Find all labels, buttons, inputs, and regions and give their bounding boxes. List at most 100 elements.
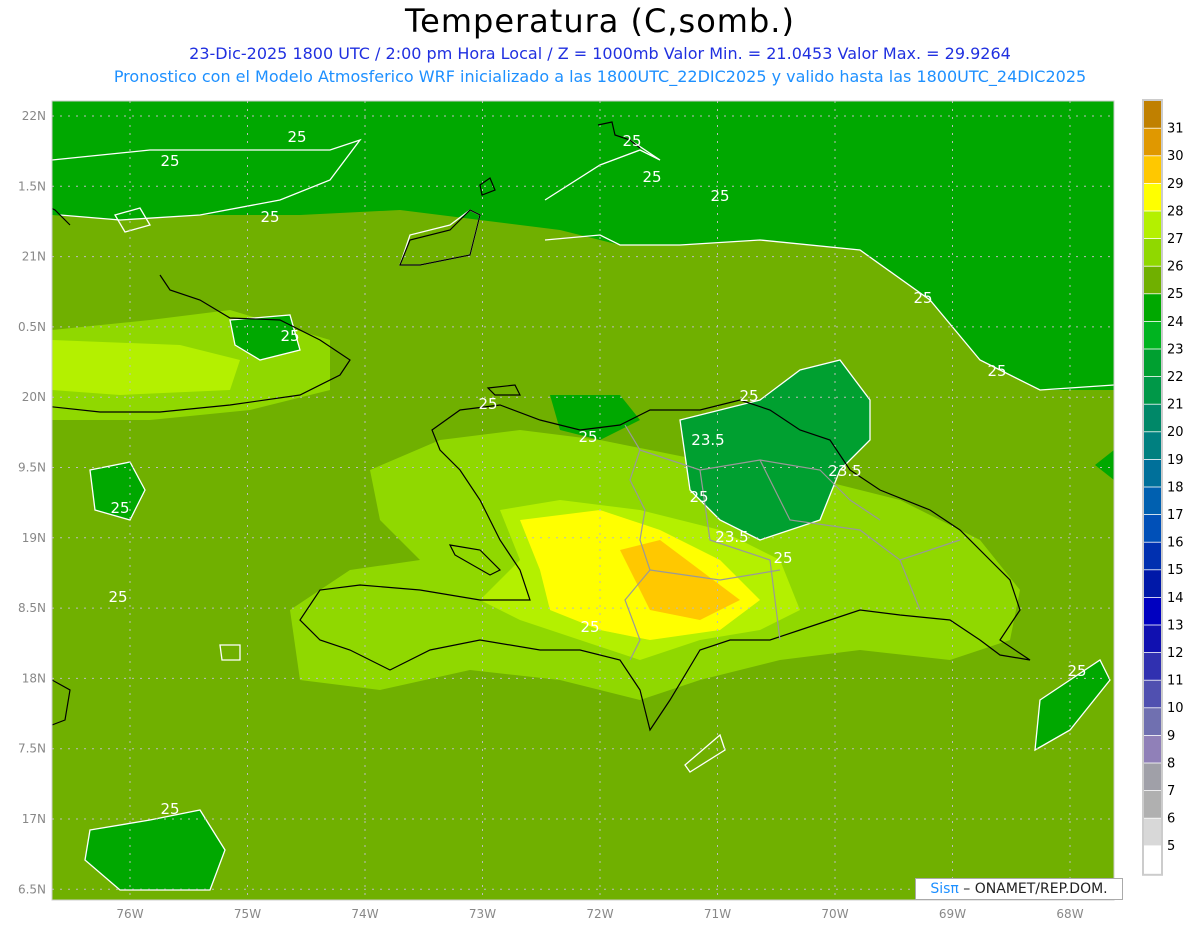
colorbar-bin [1144, 487, 1161, 515]
colorbar-bin [1144, 846, 1161, 873]
contour-label: 25 [478, 395, 497, 413]
lon-tick-label: 74W [351, 907, 378, 921]
colorbar-bin [1144, 735, 1161, 763]
contour-label: 25 [739, 387, 758, 405]
colorbar-bin [1144, 101, 1161, 128]
colorbar-label: 27 [1167, 232, 1184, 247]
temperature-map: 25 25 25 25 25 25 25 25 25 25 25 25 25 23.5 23.5 23.5 25… [18, 99, 1184, 921]
colorbar-label: 18 [1167, 480, 1184, 495]
map-subtitle-model-info: Pronostico con el Modelo Atmosferico WRF… [113, 67, 1087, 86]
lat-tick-label: 20N [22, 390, 46, 404]
contour-label: 25 [160, 800, 179, 818]
colorbar-label: 8 [1167, 756, 1175, 771]
temperature-field: 25 25 25 25 25 25 25 25 25 25 25 25 25 23.5 23.5 23.5 25… [52, 101, 1114, 900]
colorbar-label: 17 [1167, 508, 1184, 523]
colorbar-bin [1144, 349, 1161, 377]
contour-label: 25 [1067, 662, 1086, 680]
colorbar-label: 24 [1167, 315, 1184, 330]
lat-tick-label: 17N [22, 812, 46, 826]
contour-label: 25 [642, 168, 661, 186]
colorbar-label: 26 [1167, 260, 1184, 275]
contour-label: 25 [580, 618, 599, 636]
lat-tick-label: 19N [22, 531, 46, 545]
lat-tick-label: 0.5N [18, 320, 46, 334]
colorbar-label: 25 [1167, 287, 1184, 302]
colorbar-bin [1144, 763, 1161, 791]
colorbar-label: 11 [1167, 674, 1184, 689]
lat-tick-label: 1.5N [18, 179, 46, 193]
lat-tick-label: 21N [22, 250, 46, 264]
colorbar-bin [1144, 653, 1161, 680]
colorbar-label: 28 [1167, 204, 1184, 219]
lon-tick-label: 71W [704, 907, 731, 921]
colorbar-label: 23 [1167, 342, 1184, 357]
contour-label: 25 [110, 499, 129, 517]
colorbar-label: 7 [1167, 784, 1175, 799]
colorbar-label: 15 [1167, 563, 1184, 578]
contour-label: 25 [710, 187, 729, 205]
colorbar-bin [1144, 818, 1161, 846]
colorbar-bin [1144, 404, 1161, 432]
colorbar-bin [1144, 156, 1161, 183]
colorbar-label: 5 [1167, 839, 1175, 854]
lat-tick-label: 9.5N [18, 461, 46, 475]
colorbar-bin [1144, 680, 1161, 708]
colorbar-label: 16 [1167, 536, 1184, 551]
colorbar-bin [1144, 211, 1161, 239]
colorbar-label: 29 [1167, 177, 1184, 192]
colorbar-bin [1144, 597, 1161, 625]
contour-label: 23.5 [828, 462, 861, 480]
lon-tick-label: 73W [469, 907, 496, 921]
map-title: Temperatura (C,somb.) [405, 2, 795, 40]
colorbar-bin [1144, 515, 1161, 542]
lon-tick-label: 70W [821, 907, 848, 921]
lon-tick-label: 68W [1056, 907, 1083, 921]
colorbar-bin [1144, 266, 1161, 294]
lat-tick-label: 8.5N [18, 601, 46, 615]
colorbar-label: 6 [1167, 812, 1175, 827]
lon-tick-label: 75W [234, 907, 261, 921]
contour-label: 25 [773, 549, 792, 567]
lon-tick-label: 72W [586, 907, 613, 921]
colorbar-bin [1144, 791, 1161, 818]
colorbar-label: 22 [1167, 370, 1184, 385]
colorbar-bin [1144, 459, 1161, 487]
colorbar-bin [1144, 377, 1161, 404]
colorbar-label: 19 [1167, 453, 1184, 468]
credit-text: – ONAMET/REP.DOM. [958, 881, 1108, 897]
contour-label: 25 [280, 327, 299, 345]
colorbar: 31 30 29 28 27 26 25 24 23 22 21 20 19 18 17 16 15 14 13 12… [1142, 99, 1184, 876]
colorbar-label: 12 [1167, 646, 1184, 661]
colorbar-bin [1144, 128, 1161, 156]
contour-label: 25 [913, 289, 932, 307]
contour-label: 23.5 [715, 528, 748, 546]
colorbar-bin [1144, 183, 1161, 211]
contour-label: 23.5 [691, 431, 724, 449]
colorbar-bin [1144, 625, 1161, 653]
colorbar-bin [1144, 570, 1161, 597]
colorbar-bin [1144, 542, 1161, 570]
colorbar-bin [1144, 321, 1161, 349]
contour-label: 25 [987, 362, 1006, 380]
lat-tick-label: 22N [22, 109, 46, 123]
contour-label: 25 [287, 128, 306, 146]
colorbar-label: 20 [1167, 425, 1184, 440]
lat-tick-label: 6.5N [18, 882, 46, 896]
colorbar-label: 30 [1167, 149, 1184, 164]
colorbar-label: 31 [1167, 122, 1184, 137]
colorbar-bin [1144, 708, 1161, 735]
colorbar-label: 21 [1167, 398, 1184, 413]
colorbar-bin [1144, 239, 1161, 266]
contour-label: 25 [578, 428, 597, 446]
contour-label: 25 [108, 588, 127, 606]
colorbar-label: 14 [1167, 591, 1184, 606]
lon-tick-label: 69W [939, 907, 966, 921]
contour-label: 25 [160, 152, 179, 170]
lat-tick-label: 7.5N [18, 742, 46, 756]
lon-tick-label: 76W [116, 907, 143, 921]
colorbar-bin [1144, 432, 1161, 459]
contour-label: 25 [260, 208, 279, 226]
colorbar-label: 10 [1167, 701, 1184, 716]
sispi-logo-text: Sisπ [930, 881, 959, 897]
colorbar-label: 9 [1167, 729, 1175, 744]
